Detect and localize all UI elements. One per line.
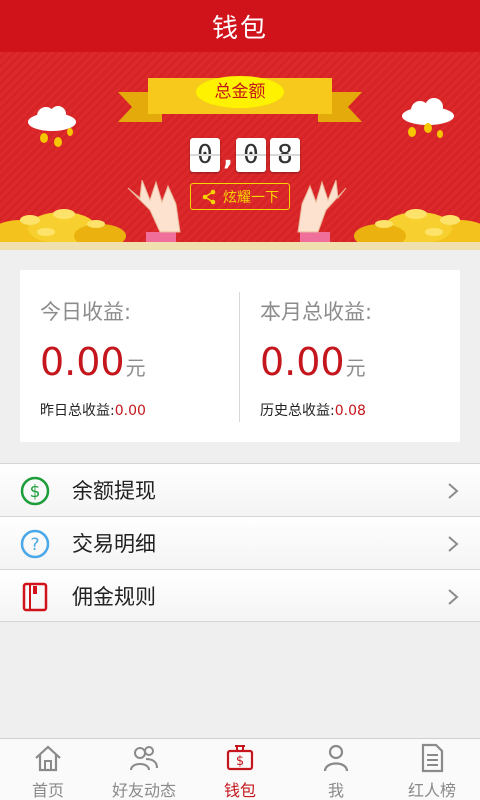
yesterday-earnings: 昨日总收益:0.00 <box>40 400 146 420</box>
amount-digit: 8 <box>270 138 300 172</box>
cloud-icon <box>28 106 76 147</box>
month-amount: 0.00 <box>260 340 345 384</box>
total-amount-display: 0 , 0 8 <box>190 138 300 172</box>
history-earnings-value: 0.08 <box>334 403 366 419</box>
menu-label: 交易明细 <box>72 532 156 556</box>
today-earnings-value: 0.00 元 <box>40 340 146 384</box>
tab-label: 首页 <box>31 781 64 800</box>
amount-digit: 0 <box>190 138 220 172</box>
dollar-circle-icon: $ <box>20 476 50 506</box>
amount-separator: , <box>223 142 233 172</box>
tab-label: 红人榜 <box>407 781 456 800</box>
today-earnings-label: 今日收益: <box>40 300 132 324</box>
home-icon <box>35 745 61 772</box>
yesterday-earnings-value: 0.00 <box>114 403 146 419</box>
month-earnings-label: 本月总收益: <box>260 300 373 324</box>
menu-item-withdraw[interactable]: $ 余额提现 <box>0 463 480 516</box>
yesterday-earnings-label: 昨日总收益: <box>40 403 115 419</box>
wallet-menu: $ 余额提现 ? 交易明细 佣金规则 <box>0 463 480 622</box>
today-earnings: 今日收益: 0.00 元 昨日总收益:0.00 <box>20 270 240 442</box>
book-icon <box>22 582 48 612</box>
tab-home[interactable]: 首页 <box>0 739 96 800</box>
svg-text:$: $ <box>30 482 41 502</box>
svg-text:$: $ <box>236 754 244 769</box>
menu-item-transactions[interactable]: ? 交易明细 <box>0 516 480 569</box>
bottom-tab-bar: 首页 好友动态 $ 钱包 我 红人榜 <box>0 738 480 800</box>
tab-wallet[interactable]: $ 钱包 <box>192 739 288 800</box>
chevron-right-icon <box>448 483 459 499</box>
tab-label: 好友动态 <box>111 781 176 800</box>
friends-icon <box>130 746 158 771</box>
tab-me[interactable]: 我 <box>288 739 384 800</box>
menu-label: 余额提现 <box>72 479 156 503</box>
history-earnings-label: 历史总收益: <box>260 403 335 419</box>
amount-digit: 0 <box>236 138 266 172</box>
menu-label: 佣金规则 <box>72 584 156 609</box>
chevron-right-icon <box>448 589 459 605</box>
coins-illustration <box>0 180 480 250</box>
total-amount-label: 总金额 <box>214 81 266 102</box>
title-bar: 钱包 <box>0 0 480 52</box>
today-amount: 0.00 <box>40 340 125 384</box>
tab-label: 我 <box>327 781 344 800</box>
total-history-earnings: 历史总收益:0.08 <box>260 400 366 420</box>
currency-unit: 元 <box>345 356 366 380</box>
tab-friends-feed[interactable]: 好友动态 <box>96 739 192 800</box>
menu-item-commission-rules[interactable]: 佣金规则 <box>0 569 480 622</box>
month-earnings-value: 0.00 元 <box>260 340 366 384</box>
wallet-icon: $ <box>226 745 254 771</box>
wallet-banner: 总金额 0 , 0 8 炫耀一下 <box>0 52 480 250</box>
earnings-card: 今日收益: 0.00 元 昨日总收益:0.00 本月总收益: 0.00 元 历史… <box>20 270 460 442</box>
document-icon <box>421 743 444 773</box>
svg-text:?: ? <box>30 535 39 555</box>
cloud-icon <box>402 98 454 138</box>
person-icon <box>323 744 349 772</box>
tab-ranking[interactable]: 红人榜 <box>384 739 480 800</box>
tab-label: 钱包 <box>223 781 256 800</box>
currency-unit: 元 <box>125 356 146 380</box>
question-circle-icon: ? <box>20 529 50 559</box>
month-earnings: 本月总收益: 0.00 元 历史总收益:0.08 <box>240 270 460 442</box>
page-title: 钱包 <box>211 13 268 44</box>
chevron-right-icon <box>448 536 459 552</box>
